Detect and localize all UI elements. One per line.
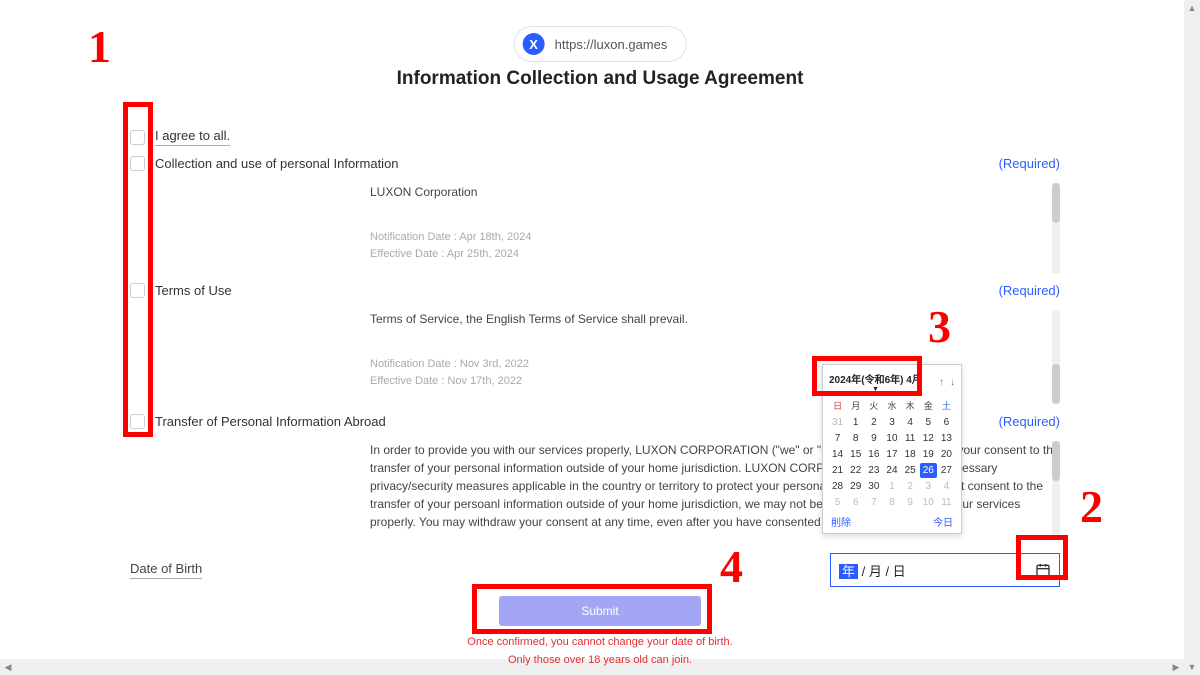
annotation-box-2: [1016, 535, 1068, 580]
next-month-icon[interactable]: ↓: [950, 377, 955, 388]
transfer-label: Transfer of Personal Information Abroad: [155, 414, 386, 429]
calendar-day[interactable]: 3: [883, 415, 900, 430]
dow-header: 月: [847, 397, 864, 414]
footer-warning-1: Once confirmed, you cannot change your d…: [467, 636, 732, 648]
required-badge: (Required): [999, 414, 1060, 429]
tou-body: Terms of Service, the English Terms of S…: [370, 310, 1060, 328]
annotation-number-3: 3: [928, 300, 951, 353]
calendar-day[interactable]: 2: [865, 415, 882, 430]
calendar-day[interactable]: 9: [902, 495, 919, 510]
annotation-box-3: [812, 356, 922, 396]
calendar-day[interactable]: 11: [902, 431, 919, 446]
page-scrollbar-vertical[interactable]: ▲ ▼: [1184, 0, 1200, 675]
calendar-day[interactable]: 8: [847, 431, 864, 446]
footer-warning-2: Only those over 18 years old can join.: [508, 654, 692, 666]
calendar-day[interactable]: 18: [902, 447, 919, 462]
dow-header: 木: [902, 397, 919, 414]
dob-rest-placeholder: / 月 / 日: [858, 564, 906, 579]
panel-scrollbar[interactable]: [1052, 441, 1060, 537]
collection-meta1: Notification Date : Apr 18th, 2024: [370, 229, 1060, 246]
calendar-day[interactable]: 7: [865, 495, 882, 510]
annotation-number-4: 4: [720, 540, 743, 593]
calendar-day[interactable]: 1: [883, 479, 900, 494]
dow-header: 火: [865, 397, 882, 414]
calendar-grid: 日月火水木金土311234567891011121314151617181920…: [829, 397, 955, 510]
site-logo-icon: X: [523, 33, 545, 55]
dob-year-placeholder: 年: [839, 564, 858, 579]
clear-date-button[interactable]: 削除: [831, 514, 851, 529]
dow-header: 土: [938, 397, 955, 414]
prev-month-icon[interactable]: ↑: [939, 377, 944, 388]
calendar-day[interactable]: 2: [902, 479, 919, 494]
calendar-day[interactable]: 5: [920, 415, 937, 430]
calendar-day[interactable]: 22: [847, 463, 864, 478]
calendar-day[interactable]: 19: [920, 447, 937, 462]
dob-label: Date of Birth: [130, 561, 202, 579]
calendar-day[interactable]: 1: [847, 415, 864, 430]
dow-header: 金: [920, 397, 937, 414]
scroll-up-icon[interactable]: ▲: [1184, 0, 1200, 16]
required-badge: (Required): [999, 283, 1060, 298]
calendar-day[interactable]: 11: [938, 495, 955, 510]
panel-scrollbar[interactable]: [1052, 310, 1060, 404]
calendar-day[interactable]: 17: [883, 447, 900, 462]
site-url: https://luxon.games: [555, 37, 668, 52]
page-title: Information Collection and Usage Agreeme…: [397, 68, 804, 90]
annotation-number-2: 2: [1080, 480, 1103, 533]
calendar-day[interactable]: 6: [938, 415, 955, 430]
calendar-day[interactable]: 14: [829, 447, 846, 462]
calendar-day[interactable]: 8: [883, 495, 900, 510]
calendar-day[interactable]: 13: [938, 431, 955, 446]
dow-header: 日: [829, 397, 846, 414]
collection-text-panel: LUXON Corporation Notification Date : Ap…: [370, 183, 1060, 273]
calendar-day[interactable]: 6: [847, 495, 864, 510]
collection-meta2: Effective Date : Apr 25th, 2024: [370, 246, 1060, 263]
scroll-down-icon[interactable]: ▼: [1184, 659, 1200, 675]
calendar-day[interactable]: 4: [938, 479, 955, 494]
annotation-number-1: 1: [88, 20, 111, 73]
tou-label: Terms of Use: [155, 283, 232, 298]
url-display: X https://luxon.games: [514, 26, 687, 62]
calendar-day[interactable]: 5: [829, 495, 846, 510]
agree-all-label: I agree to all.: [155, 128, 230, 146]
calendar-day[interactable]: 7: [829, 431, 846, 446]
calendar-day[interactable]: 26: [920, 463, 937, 478]
calendar-day[interactable]: 21: [829, 463, 846, 478]
annotation-box-1: [123, 102, 153, 437]
calendar-day[interactable]: 4: [902, 415, 919, 430]
calendar-day[interactable]: 10: [883, 431, 900, 446]
calendar-day[interactable]: 24: [883, 463, 900, 478]
required-badge: (Required): [999, 156, 1060, 171]
dob-value: 年 / 月 / 日: [839, 561, 906, 580]
calendar-day[interactable]: 16: [865, 447, 882, 462]
calendar-day[interactable]: 23: [865, 463, 882, 478]
dow-header: 水: [883, 397, 900, 414]
scroll-track[interactable]: [1184, 16, 1200, 659]
collection-company: LUXON Corporation: [370, 183, 1060, 201]
calendar-day[interactable]: 20: [938, 447, 955, 462]
annotation-box-4: [472, 584, 712, 634]
scroll-left-icon[interactable]: ◀: [0, 659, 16, 675]
today-button[interactable]: 今日: [933, 514, 953, 529]
calendar-day[interactable]: 28: [829, 479, 846, 494]
calendar-day[interactable]: 10: [920, 495, 937, 510]
logo-letter: X: [529, 37, 538, 52]
calendar-day[interactable]: 27: [938, 463, 955, 478]
calendar-day[interactable]: 25: [902, 463, 919, 478]
calendar-day[interactable]: 9: [865, 431, 882, 446]
panel-scrollbar[interactable]: [1052, 183, 1060, 273]
calendar-day[interactable]: 3: [920, 479, 937, 494]
calendar-day[interactable]: 30: [865, 479, 882, 494]
calendar-day[interactable]: 29: [847, 479, 864, 494]
calendar-day[interactable]: 12: [920, 431, 937, 446]
collection-label: Collection and use of personal Informati…: [155, 156, 399, 171]
scroll-right-icon[interactable]: ▶: [1168, 659, 1184, 675]
calendar-day[interactable]: 15: [847, 447, 864, 462]
calendar-day[interactable]: 31: [829, 415, 846, 430]
